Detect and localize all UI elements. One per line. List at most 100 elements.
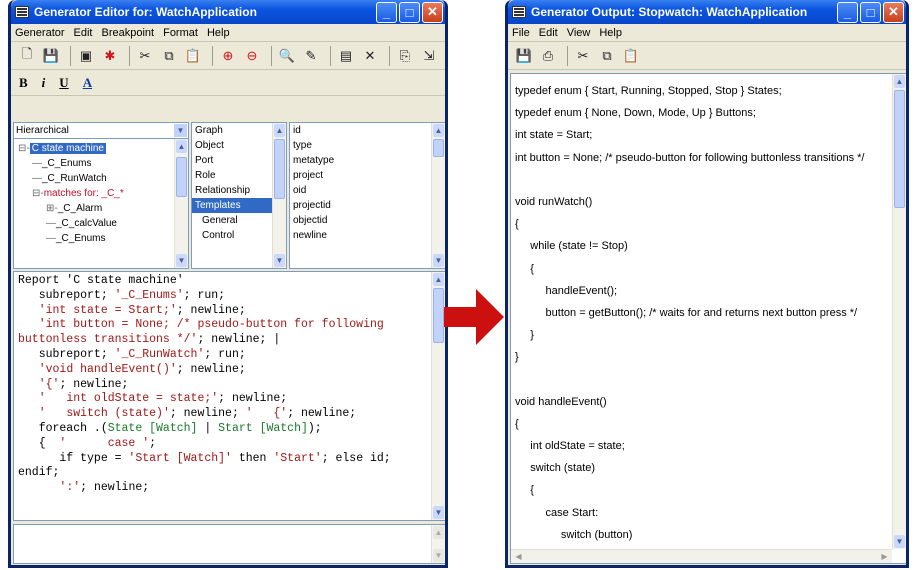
menu-edit[interactable]: Edit xyxy=(539,27,558,39)
list-item[interactable]: id xyxy=(290,123,445,138)
scroll-up-icon[interactable]: ▲ xyxy=(176,140,187,153)
scroll-down-icon[interactable]: ▼ xyxy=(433,506,444,519)
scroll-thumb[interactable] xyxy=(433,288,444,343)
code-editor[interactable]: Report 'C state machine' subreport; '_C_… xyxy=(13,271,445,521)
scroll-down-icon[interactable]: ▼ xyxy=(176,254,187,267)
type-list-scrollbar[interactable]: ▲ ▼ xyxy=(272,123,286,268)
scroll-left-icon[interactable]: ◀ xyxy=(512,551,525,562)
print-icon[interactable]: ⎙ xyxy=(538,46,558,66)
output-line: case Start: xyxy=(515,506,599,519)
menu-file[interactable]: File xyxy=(512,27,530,39)
close-button[interactable]: ✕ xyxy=(422,1,443,23)
generator-output-window: Generator Output: Stopwatch: WatchApplic… xyxy=(505,0,909,568)
tree-node[interactable]: ⊟- C state machine xyxy=(18,141,188,156)
cut-icon[interactable]: ✂ xyxy=(573,46,593,66)
property-list-scrollbar[interactable]: ▲ ▼ xyxy=(431,123,445,268)
paste-icon[interactable]: 📋 xyxy=(621,46,641,66)
text-color-button[interactable]: A xyxy=(83,75,92,91)
code-text[interactable]: Report 'C state machine' subreport; '_C_… xyxy=(14,272,445,498)
output-hscrollbar[interactable]: ◀ ▶ xyxy=(511,549,892,563)
maximize-button[interactable]: □ xyxy=(399,1,420,23)
list-item[interactable]: project xyxy=(290,168,445,183)
collapse-icon[interactable]: ⊟- xyxy=(32,188,44,199)
list-item[interactable]: oid xyxy=(290,183,445,198)
menu-breakpoint[interactable]: Breakpoint xyxy=(102,27,155,39)
menu-format[interactable]: Format xyxy=(163,27,198,39)
list-item[interactable]: metatype xyxy=(290,153,445,168)
delete-icon[interactable]: ✕ xyxy=(360,46,380,66)
code-token: Start [Watch] xyxy=(218,421,308,435)
window-icon[interactable]: ▤ xyxy=(336,46,356,66)
italic-button[interactable]: i xyxy=(42,75,46,91)
tree-node[interactable]: —_C_Enums xyxy=(18,156,188,171)
scroll-thumb[interactable] xyxy=(274,139,285,199)
tree-node[interactable]: —_C_RunWatch xyxy=(18,171,188,186)
output-text-pane[interactable]: typedef enum { Start, Running, Stopped, … xyxy=(510,73,906,564)
expand-icon[interactable]: ⊞- xyxy=(46,203,58,214)
export-icon[interactable]: ⇲ xyxy=(419,46,439,66)
scroll-right-icon[interactable]: ▶ xyxy=(878,551,891,562)
scroll-up-icon[interactable]: ▲ xyxy=(433,526,444,539)
scroll-down-icon[interactable]: ▼ xyxy=(433,254,444,267)
scroll-up-icon[interactable]: ▲ xyxy=(433,124,444,137)
scroll-down-icon[interactable]: ▼ xyxy=(433,549,444,562)
scroll-up-icon[interactable]: ▲ xyxy=(274,124,285,137)
paste-icon[interactable]: 📋 xyxy=(183,46,203,66)
toolbar-separator xyxy=(129,45,130,66)
chevron-down-icon[interactable]: ▼ xyxy=(174,124,187,137)
close-button[interactable]: ✕ xyxy=(883,1,904,23)
scroll-up-icon[interactable]: ▲ xyxy=(894,75,905,88)
copy-icon[interactable]: ⧉ xyxy=(159,46,179,66)
run-icon[interactable]: ▣ xyxy=(76,46,96,66)
message-pane[interactable]: ▲ ▼ xyxy=(13,524,445,564)
output-vscrollbar[interactable]: ▲ ▼ xyxy=(892,74,906,549)
menu-generator[interactable]: Generator xyxy=(15,27,65,39)
output-titlebar[interactable]: Generator Output: Stopwatch: WatchApplic… xyxy=(508,0,906,24)
tree-connector: — xyxy=(32,158,42,169)
bold-button[interactable]: B xyxy=(19,75,28,91)
menu-help[interactable]: Help xyxy=(599,27,622,39)
editor-titlebar[interactable]: Generator Editor for: WatchApplication _… xyxy=(11,0,445,24)
tree-node[interactable]: ⊟-matches for: _C_* xyxy=(18,186,188,201)
list-item[interactable]: type xyxy=(290,138,445,153)
tree-node[interactable]: ⊞-_C_Alarm xyxy=(18,201,188,216)
menu-help[interactable]: Help xyxy=(207,27,230,39)
scroll-thumb[interactable] xyxy=(176,157,187,197)
scroll-down-icon[interactable]: ▼ xyxy=(894,535,905,548)
menu-edit[interactable]: Edit xyxy=(74,27,93,39)
editor-toolbar: 🗋 💾 ▣ ✱ ✂ ⧉ 📋 ⊕ ⊖ 🔍 ✎ ▤ ✕ ⎘ ⇲ xyxy=(11,42,445,70)
scroll-up-icon[interactable]: ▲ xyxy=(433,273,444,286)
new-file-icon[interactable]: 🗋 xyxy=(17,46,37,66)
debug-bug-icon[interactable]: ✱ xyxy=(100,46,120,66)
collapse-icon[interactable]: ⊟- xyxy=(18,143,30,154)
message-scrollbar[interactable]: ▲ ▼ xyxy=(431,525,445,563)
find-icon[interactable]: 🔍 xyxy=(277,46,297,66)
underline-button[interactable]: U xyxy=(59,75,68,91)
output-line: { xyxy=(515,484,534,497)
code-token: 'Start [Watch]' xyxy=(128,451,232,465)
list-item[interactable]: newline xyxy=(290,228,445,243)
tree-node[interactable]: —_C_Enums xyxy=(18,231,188,246)
copy-icon[interactable]: ⧉ xyxy=(597,46,617,66)
scroll-down-icon[interactable]: ▼ xyxy=(274,254,285,267)
list-item[interactable]: objectid xyxy=(290,213,445,228)
menu-view[interactable]: View xyxy=(567,27,591,39)
replace-icon[interactable]: ✎ xyxy=(301,46,321,66)
folder-icon[interactable]: ⎘ xyxy=(395,46,415,66)
code-scrollbar[interactable]: ▲ ▼ xyxy=(431,272,445,520)
maximize-button[interactable]: □ xyxy=(860,1,881,23)
tree-node[interactable]: —_C_calcValue xyxy=(18,216,188,231)
save-icon[interactable]: 💾 xyxy=(41,46,61,66)
tree-scrollbar[interactable]: ▲ ▼ xyxy=(174,139,188,268)
list-item[interactable]: projectid xyxy=(290,198,445,213)
view-select[interactable]: Hierarchical ▼ xyxy=(14,123,188,139)
minimize-button[interactable]: _ xyxy=(837,1,858,23)
add-breakpoint-icon[interactable]: ⊕ xyxy=(218,46,238,66)
save-icon[interactable]: 💾 xyxy=(514,46,534,66)
minimize-button[interactable]: _ xyxy=(376,1,397,23)
scroll-thumb[interactable] xyxy=(894,90,905,208)
cut-icon[interactable]: ✂ xyxy=(135,46,155,66)
scroll-thumb[interactable] xyxy=(433,139,444,157)
remove-breakpoint-icon[interactable]: ⊖ xyxy=(242,46,262,66)
output-text[interactable]: typedef enum { Start, Running, Stopped, … xyxy=(511,74,906,552)
